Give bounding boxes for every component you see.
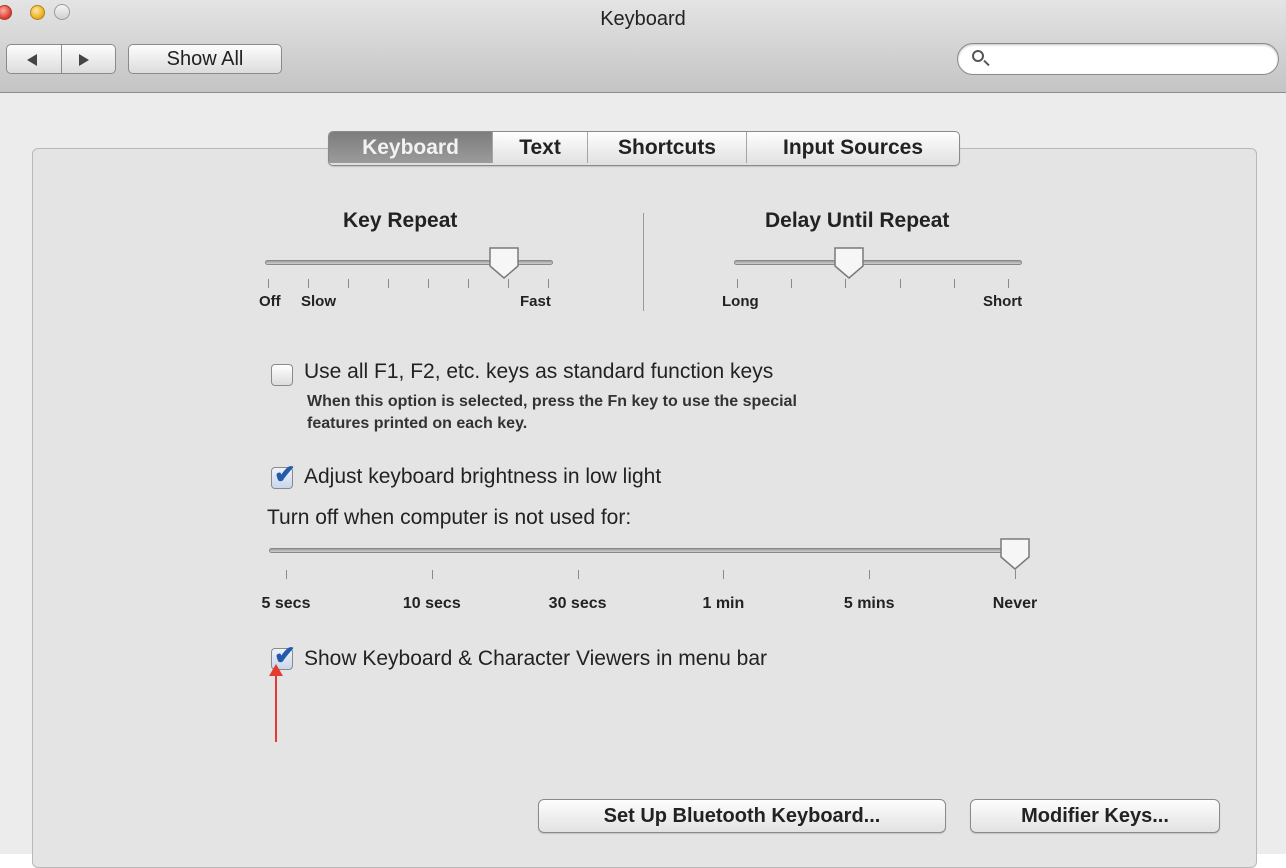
turn-off-tick-label: 5 secs	[261, 595, 311, 612]
tab-text[interactable]: Text	[492, 132, 587, 163]
brightness-checkbox[interactable]: ✔	[271, 461, 296, 489]
turn-off-tick-label: 10 secs	[402, 595, 461, 612]
checkmark-icon: ✔	[274, 459, 296, 489]
show-viewers-label: Show Keyboard & Character Viewers in men…	[304, 647, 768, 670]
search-input[interactable]	[992, 48, 1266, 72]
slider-tick	[428, 279, 429, 288]
window-title: Keyboard	[600, 8, 686, 30]
slider-tick	[431, 570, 433, 579]
slider-tick	[1008, 279, 1009, 288]
slider-tick	[791, 279, 793, 288]
slider-tick	[468, 279, 469, 288]
tab-input-sources[interactable]: Input Sources	[746, 132, 959, 163]
delay-until-repeat-title: Delay Until Repeat	[765, 209, 950, 232]
delay-short-label: Short	[983, 293, 1023, 310]
function-keys-description-2: features printed on each key.	[307, 415, 528, 432]
key-repeat-off-label: Off	[259, 293, 281, 310]
slider-tick	[1015, 570, 1016, 579]
slider-tick	[845, 279, 847, 288]
key-repeat-fast-label: Fast	[520, 293, 551, 310]
slider-tick	[388, 279, 389, 288]
turn-off-slider-thumb[interactable]	[999, 537, 1031, 571]
slider-tick	[737, 279, 738, 288]
window-toolbar: Keyboard Show All	[0, 0, 1286, 93]
key-repeat-title: Key Repeat	[343, 209, 458, 232]
slider-tick	[869, 570, 871, 579]
turn-off-label: Turn off when computer is not used for:	[267, 506, 632, 529]
tab-keyboard[interactable]: Keyboard	[329, 132, 492, 163]
slider-tick	[308, 279, 309, 288]
turn-off-tick-label: 5 mins	[843, 595, 895, 612]
tab-content-box	[32, 148, 1257, 868]
turn-off-tick-label: Never	[992, 595, 1038, 612]
turn-off-slider-track[interactable]	[269, 548, 1027, 553]
delay-until-repeat-slider-track[interactable]	[734, 260, 1022, 265]
turn-off-tick-label: 1 min	[702, 595, 745, 612]
slider-tick	[268, 279, 269, 288]
slider-tick	[723, 570, 725, 579]
slider-tick	[899, 279, 901, 288]
vertical-divider	[643, 213, 644, 311]
red-annotation-arrow	[269, 664, 283, 742]
navigation-segmented-control	[6, 44, 116, 74]
slider-tick	[577, 570, 579, 579]
function-keys-description-1: When this option is selected, press the …	[307, 393, 797, 410]
slider-tick	[348, 279, 349, 288]
slider-tick	[286, 570, 287, 579]
search-icon	[972, 50, 984, 62]
show-all-button[interactable]: Show All	[128, 44, 282, 74]
tab-bar: Keyboard Text Shortcuts Input Sources	[328, 131, 960, 166]
forward-arrow-icon[interactable]	[79, 54, 89, 66]
delay-long-label: Long	[722, 293, 759, 310]
function-keys-label: Use all F1, F2, etc. keys as standard fu…	[304, 360, 774, 383]
back-arrow-icon[interactable]	[27, 54, 37, 66]
bluetooth-keyboard-button[interactable]: Set Up Bluetooth Keyboard...	[538, 799, 946, 833]
key-repeat-slow-label: Slow	[301, 293, 337, 310]
slider-tick	[508, 279, 509, 288]
modifier-keys-button[interactable]: Modifier Keys...	[970, 799, 1220, 833]
brightness-label: Adjust keyboard brightness in low light	[304, 465, 662, 488]
delay-until-repeat-slider-thumb[interactable]	[833, 246, 865, 280]
segment-divider	[61, 45, 62, 73]
key-repeat-slider-thumb[interactable]	[488, 246, 520, 280]
turn-off-tick-label: 30 secs	[548, 595, 607, 612]
search-field[interactable]	[957, 43, 1279, 75]
slider-tick	[548, 279, 549, 288]
slider-tick	[953, 279, 955, 288]
tab-shortcuts[interactable]: Shortcuts	[587, 132, 746, 163]
function-keys-checkbox[interactable]	[271, 364, 293, 386]
